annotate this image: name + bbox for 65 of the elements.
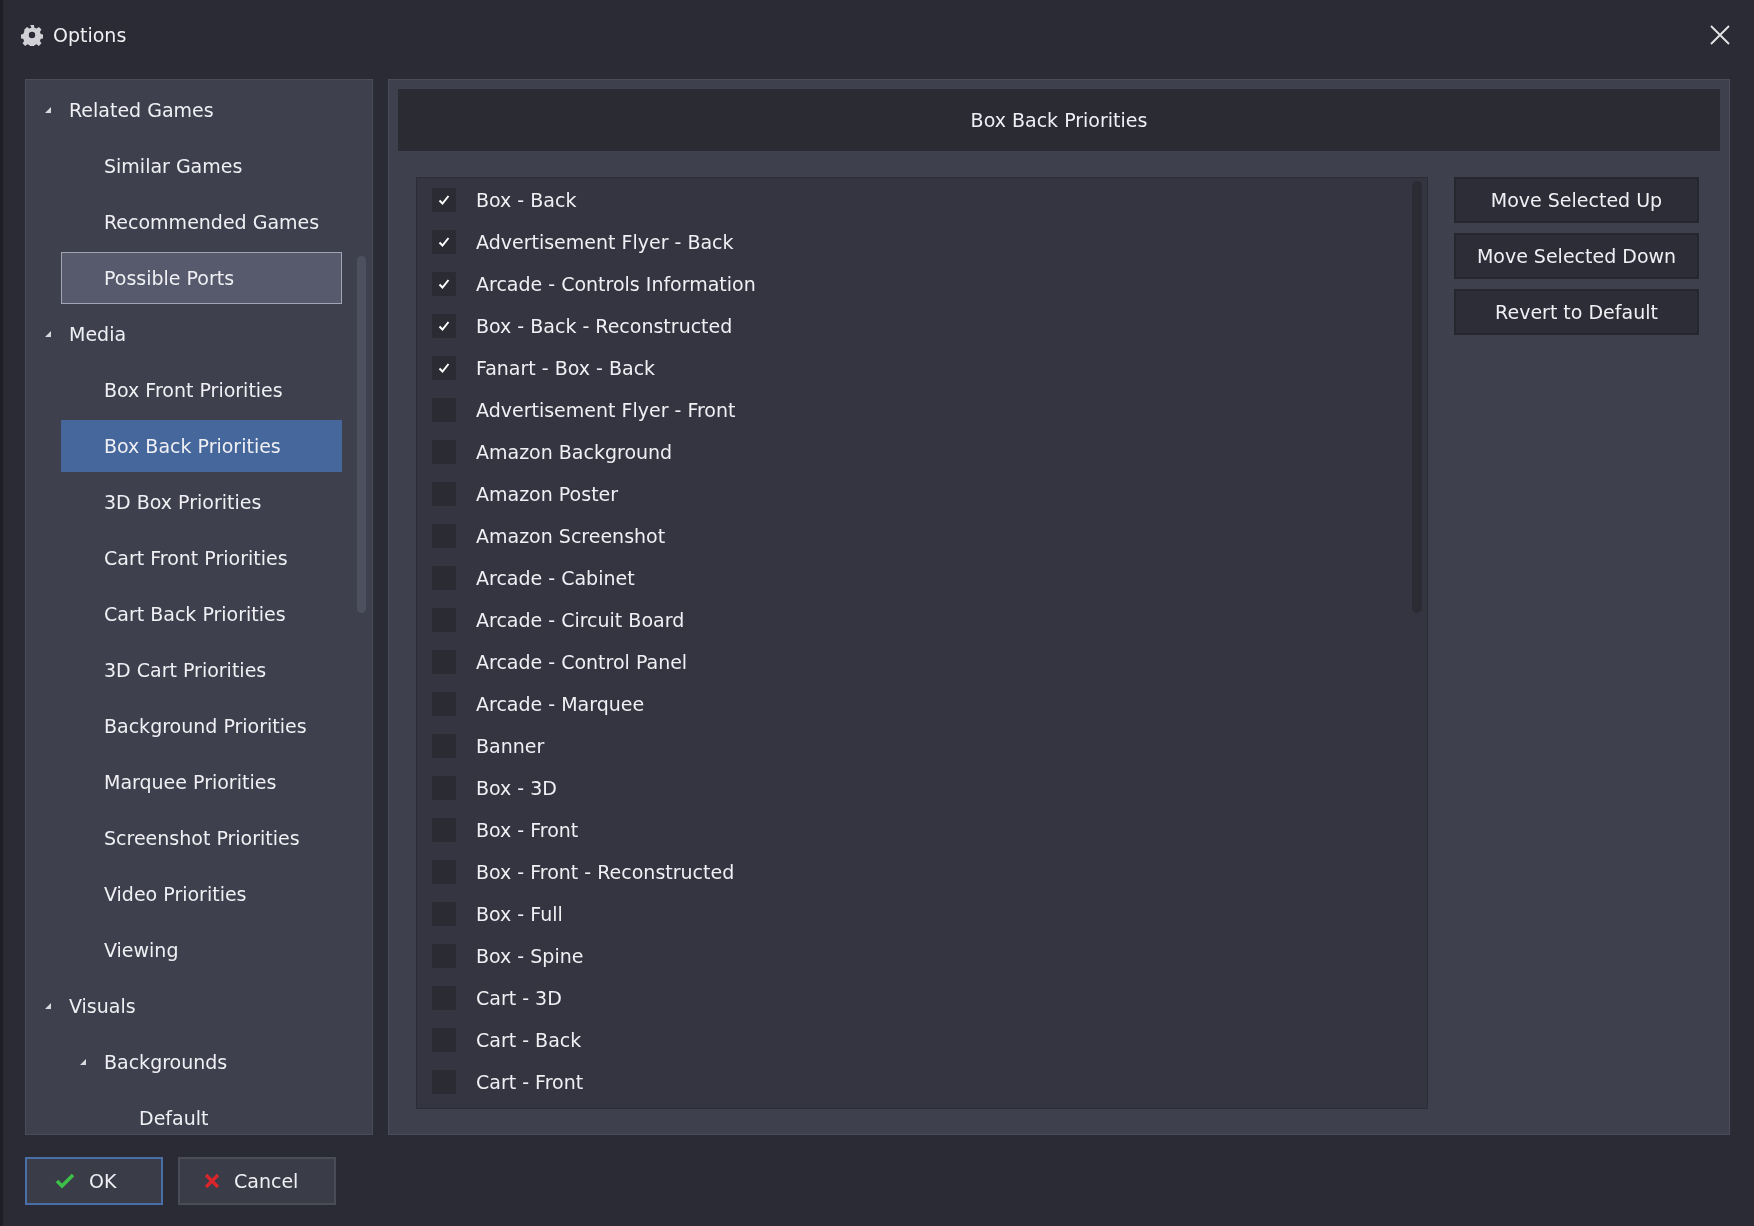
checkbox[interactable] xyxy=(432,356,456,380)
checkmark-icon xyxy=(438,278,450,290)
list-item-label: Amazon Poster xyxy=(476,481,619,507)
ok-button[interactable]: OK xyxy=(25,1157,163,1205)
list-item-label: Box - Spine xyxy=(476,943,584,969)
list-item-label: Box - Back - Reconstructed xyxy=(476,313,733,339)
gear-icon xyxy=(21,24,43,46)
tree-item[interactable]: Marquee Priorities xyxy=(61,756,342,808)
list-item-label: Box - Full xyxy=(476,901,563,927)
tree-item[interactable]: 3D Box Priorities xyxy=(61,476,342,528)
checkmark-icon xyxy=(438,362,450,374)
tree-item[interactable]: Related Games xyxy=(26,84,342,136)
tree-item[interactable]: Background Priorities xyxy=(61,700,342,752)
checkbox[interactable] xyxy=(432,188,456,212)
list-item-label: Fanart - Box - Back xyxy=(476,355,656,381)
checkmark-icon xyxy=(438,236,450,248)
tree-item[interactable]: Cart Back Priorities xyxy=(61,588,342,640)
list-item-label: Amazon Background xyxy=(476,439,673,465)
expanded-arrow-icon[interactable] xyxy=(44,1002,52,1010)
tree-item[interactable]: Screenshot Priorities xyxy=(61,812,342,864)
list-item-label: Advertisement Flyer - Back xyxy=(476,229,734,255)
tree-item[interactable]: Backgrounds xyxy=(61,1036,342,1088)
tree-item[interactable]: Box Back Priorities xyxy=(61,420,342,472)
tree-item[interactable]: Media xyxy=(26,308,342,360)
checkmark-icon xyxy=(438,194,450,206)
checkbox[interactable] xyxy=(432,230,456,254)
check-icon xyxy=(55,1173,75,1189)
tree-item[interactable]: Default xyxy=(96,1092,342,1134)
list-item-label: Amazon Screenshot xyxy=(476,523,666,549)
tree-item[interactable]: Possible Ports xyxy=(61,252,342,304)
list-item-label: Cart - Front xyxy=(476,1069,584,1095)
action-button[interactable]: Move Selected Up xyxy=(1454,177,1699,223)
panel-title: Box Back Priorities xyxy=(970,107,1148,133)
action-button[interactable]: Revert to Default xyxy=(1454,289,1699,335)
cancel-button[interactable]: Cancel xyxy=(178,1157,336,1205)
expanded-arrow-icon[interactable] xyxy=(44,330,52,338)
action-button[interactable]: Move Selected Down xyxy=(1454,233,1699,279)
list-item-label: Arcade - Circuit Board xyxy=(476,607,685,633)
tree-item[interactable]: 3D Cart Priorities xyxy=(61,644,342,696)
tree-item[interactable]: Cart Front Priorities xyxy=(61,532,342,584)
expanded-arrow-icon[interactable] xyxy=(79,1058,87,1066)
list-item-label: Advertisement Flyer - Front xyxy=(476,397,736,423)
list-item-label: Cart - Back xyxy=(476,1027,582,1053)
tree-item[interactable]: Recommended Games xyxy=(61,196,342,248)
list-item-label: Box - Front - Reconstructed xyxy=(476,859,735,885)
checkbox[interactable] xyxy=(432,314,456,338)
list-item-label: Box - Front xyxy=(476,817,579,843)
tree-item[interactable]: Box Front Priorities xyxy=(61,364,342,416)
checkbox[interactable] xyxy=(432,272,456,296)
list-item-label: Box - Back xyxy=(476,187,577,213)
list-item-label: Banner xyxy=(476,733,545,759)
cross-icon xyxy=(204,1173,220,1189)
checkmark-icon xyxy=(438,320,450,332)
list-item-label: Arcade - Cabinet xyxy=(476,565,635,591)
list-item-label: Arcade - Control Panel xyxy=(476,649,688,675)
window-title: Options xyxy=(53,22,127,48)
list-item-label: Box - 3D xyxy=(476,775,557,801)
list-item-label: Arcade - Controls Information xyxy=(476,271,756,297)
tree-item[interactable]: Visuals xyxy=(26,980,342,1032)
tree-item[interactable]: Similar Games xyxy=(61,140,342,192)
tree-item[interactable]: Viewing xyxy=(61,924,342,976)
list-item-label: Arcade - Marquee xyxy=(476,691,645,717)
tree-item[interactable]: Video Priorities xyxy=(61,868,342,920)
list-item-label: Cart - 3D xyxy=(476,985,562,1011)
expanded-arrow-icon[interactable] xyxy=(44,106,52,114)
